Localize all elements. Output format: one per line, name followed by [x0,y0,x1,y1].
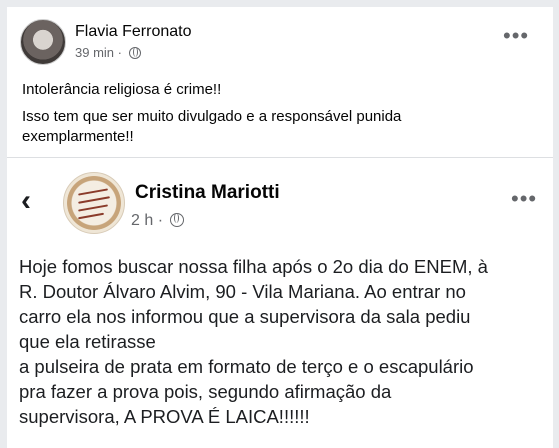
post-line: Isso tem que ser muito divulgado e a res… [22,108,402,125]
shared-line: Hoje fomos buscar nossa filha após o 2o … [19,256,488,277]
post-time[interactable]: 39 min [75,45,114,60]
more-options-icon[interactable]: ••• [503,25,529,47]
shared-line: carro ela nos informou que a supervisora… [19,306,471,327]
author-name[interactable]: Flavia Ferronato [75,23,192,41]
shared-author-name[interactable]: Cristina Mariotti [135,182,280,204]
post-line: Intolerância religiosa é crime!! [22,81,222,98]
globe-icon [170,213,185,227]
shared-post-text: Hoje fomos buscar nossa filha após o 2o … [19,254,549,429]
meta-separator: · [157,212,164,229]
shared-line: a pulseira de prata em formato de terço … [19,356,474,377]
author-avatar[interactable] [20,19,66,65]
shared-author-avatar[interactable] [63,172,125,234]
shared-post-card: ‹ Cristina Mariotti 2 h · ••• Hoje fomos… [7,157,553,448]
chevron-left-icon[interactable]: ‹ [21,186,31,216]
post-meta: 39 min · [75,45,141,60]
shared-line: supervisora, A PROVA É LAICA!!!!!! [19,406,310,427]
shared-post-meta: 2 h · [131,212,185,230]
shared-line: R. Doutor Álvaro Alvim, 90 - Vila Marian… [19,281,466,302]
post-line: exemplarmente!! [22,128,134,145]
shared-line: que ela retirasse [19,331,156,352]
shared-line: pra fazer a prova pois, segundo afirmaçã… [19,381,392,402]
meta-separator: · [117,45,122,60]
globe-icon [128,47,141,59]
post-card: Flavia Ferronato 39 min · ••• Intolerânc… [7,7,553,157]
shared-post-time[interactable]: 2 h [131,212,153,229]
post-text: Intolerância religiosa é crime!! Isso te… [22,80,401,154]
more-options-icon[interactable]: ••• [511,188,537,210]
